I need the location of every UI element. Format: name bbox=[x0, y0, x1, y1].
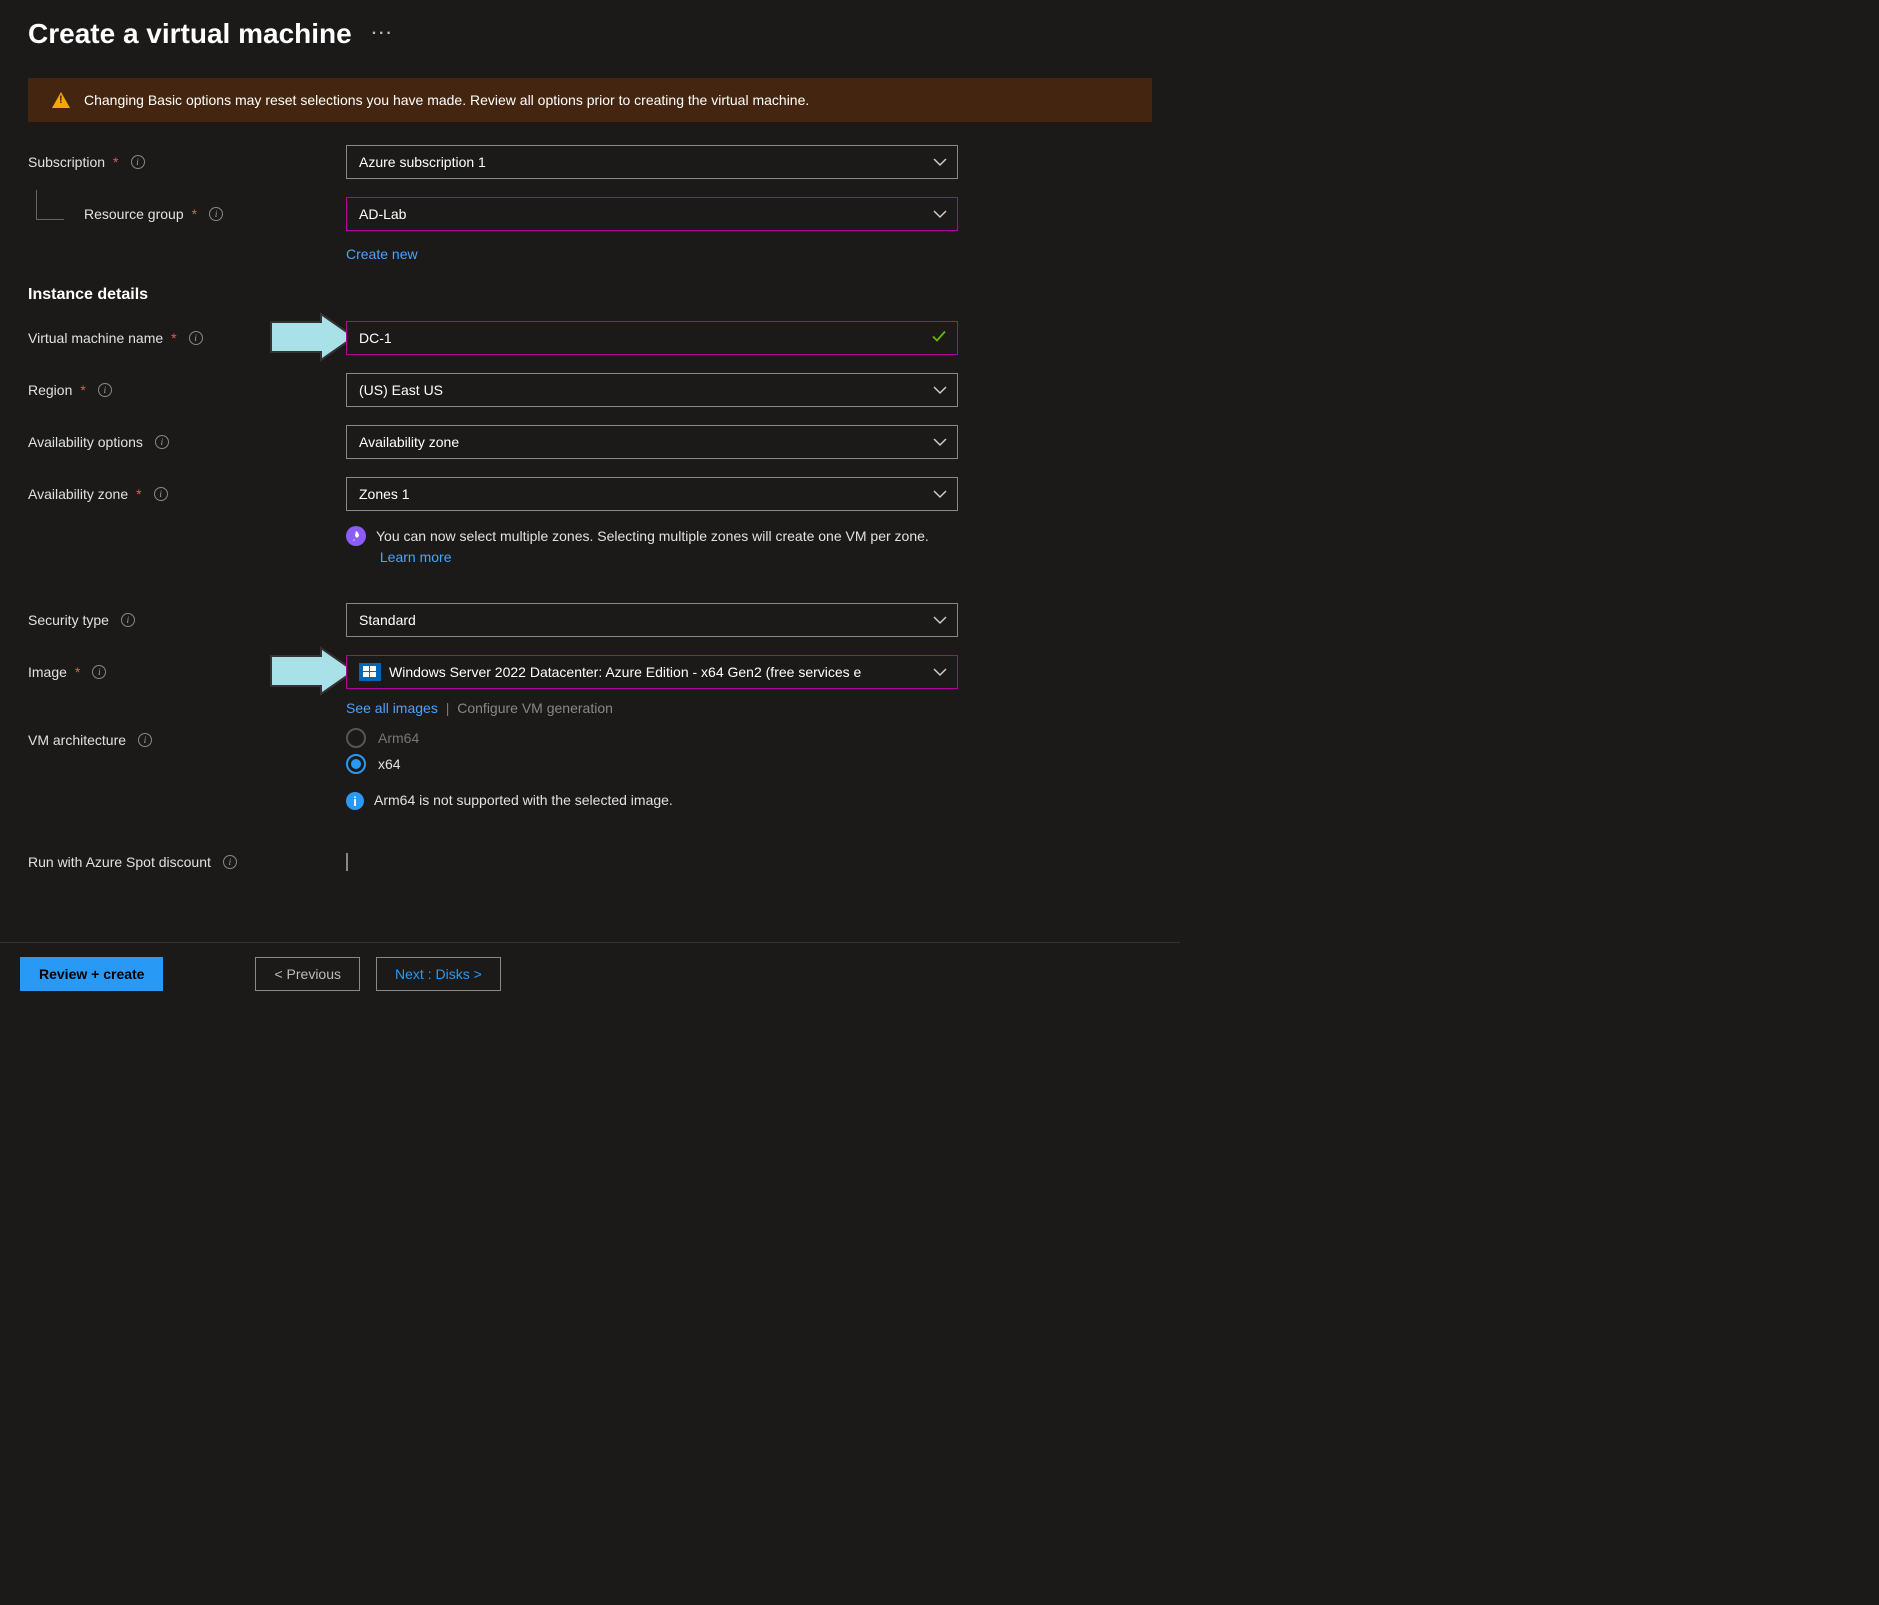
next-button[interactable]: Next : Disks > bbox=[376, 957, 501, 991]
spot-discount-checkbox[interactable] bbox=[346, 853, 348, 871]
arm64-radio-label: Arm64 bbox=[378, 730, 419, 746]
arch-note: Arm64 is not supported with the selected… bbox=[374, 792, 673, 808]
required-icon: * bbox=[80, 382, 85, 398]
required-icon: * bbox=[171, 330, 176, 346]
availability-zone-label: Availability zone bbox=[28, 486, 128, 502]
required-icon: * bbox=[75, 664, 80, 680]
warning-text: Changing Basic options may reset selecti… bbox=[84, 92, 809, 108]
info-icon[interactable] bbox=[92, 665, 106, 679]
region-dropdown[interactable]: (US) East US bbox=[346, 373, 958, 407]
resource-group-dropdown[interactable]: AD-Lab bbox=[346, 197, 958, 231]
vm-name-input[interactable]: DC-1 bbox=[346, 321, 958, 355]
chevron-down-icon bbox=[933, 157, 947, 167]
image-value: Windows Server 2022 Datacenter: Azure Ed… bbox=[389, 664, 861, 680]
checkmark-icon bbox=[931, 330, 947, 347]
info-blue-icon: i bbox=[346, 792, 364, 810]
chevron-down-icon bbox=[933, 437, 947, 447]
subscription-dropdown[interactable]: Azure subscription 1 bbox=[346, 145, 958, 179]
info-icon[interactable] bbox=[154, 487, 168, 501]
chevron-down-icon bbox=[933, 667, 947, 677]
page-title: Create a virtual machine bbox=[28, 18, 352, 50]
info-icon[interactable] bbox=[121, 613, 135, 627]
chevron-down-icon bbox=[933, 209, 947, 219]
region-value: (US) East US bbox=[359, 382, 443, 398]
info-icon[interactable] bbox=[98, 383, 112, 397]
warning-icon bbox=[52, 92, 70, 108]
required-icon: * bbox=[192, 206, 197, 222]
warning-banner: Changing Basic options may reset selecti… bbox=[28, 78, 1152, 122]
create-new-link[interactable]: Create new bbox=[346, 246, 418, 262]
arm64-radio bbox=[346, 728, 366, 748]
learn-more-link[interactable]: Learn more bbox=[380, 549, 452, 565]
more-icon[interactable]: ··· bbox=[372, 25, 394, 43]
security-type-value: Standard bbox=[359, 612, 416, 628]
info-icon[interactable] bbox=[131, 155, 145, 169]
tree-indent-icon bbox=[36, 190, 64, 220]
vm-name-value: DC-1 bbox=[359, 330, 392, 346]
availability-zone-dropdown[interactable]: Zones 1 bbox=[346, 477, 958, 511]
zone-hint-text: You can now select multiple zones. Selec… bbox=[376, 528, 929, 544]
x64-radio[interactable] bbox=[346, 754, 366, 774]
info-icon[interactable] bbox=[223, 855, 237, 869]
availability-options-value: Availability zone bbox=[359, 434, 459, 450]
previous-button[interactable]: < Previous bbox=[255, 957, 360, 991]
review-create-button[interactable]: Review + create bbox=[20, 957, 163, 991]
resource-group-value: AD-Lab bbox=[359, 206, 406, 222]
configure-vm-generation: Configure VM generation bbox=[457, 700, 613, 716]
availability-options-label: Availability options bbox=[28, 434, 143, 450]
spot-discount-label: Run with Azure Spot discount bbox=[28, 854, 211, 870]
windows-icon bbox=[359, 663, 381, 681]
required-icon: * bbox=[113, 154, 118, 170]
region-label: Region bbox=[28, 382, 72, 398]
resource-group-label: Resource group bbox=[84, 206, 184, 222]
chevron-down-icon bbox=[933, 385, 947, 395]
security-type-label: Security type bbox=[28, 612, 109, 628]
wizard-footer: Review + create < Previous Next : Disks … bbox=[0, 942, 1180, 1005]
availability-options-dropdown[interactable]: Availability zone bbox=[346, 425, 958, 459]
rocket-icon bbox=[346, 526, 366, 546]
vm-name-label: Virtual machine name bbox=[28, 330, 163, 346]
x64-radio-label: x64 bbox=[378, 756, 401, 772]
info-icon[interactable] bbox=[209, 207, 223, 221]
availability-zone-value: Zones 1 bbox=[359, 486, 410, 502]
required-icon: * bbox=[136, 486, 141, 502]
chevron-down-icon bbox=[933, 615, 947, 625]
info-icon[interactable] bbox=[189, 331, 203, 345]
subscription-value: Azure subscription 1 bbox=[359, 154, 486, 170]
vm-architecture-label: VM architecture bbox=[28, 732, 126, 748]
image-dropdown[interactable]: Windows Server 2022 Datacenter: Azure Ed… bbox=[346, 655, 958, 689]
subscription-label: Subscription bbox=[28, 154, 105, 170]
security-type-dropdown[interactable]: Standard bbox=[346, 603, 958, 637]
chevron-down-icon bbox=[933, 489, 947, 499]
divider: | bbox=[446, 700, 450, 716]
see-all-images-link[interactable]: See all images bbox=[346, 700, 438, 716]
image-label: Image bbox=[28, 664, 67, 680]
info-icon[interactable] bbox=[138, 733, 152, 747]
info-icon[interactable] bbox=[155, 435, 169, 449]
instance-details-heading: Instance details bbox=[28, 286, 1152, 304]
